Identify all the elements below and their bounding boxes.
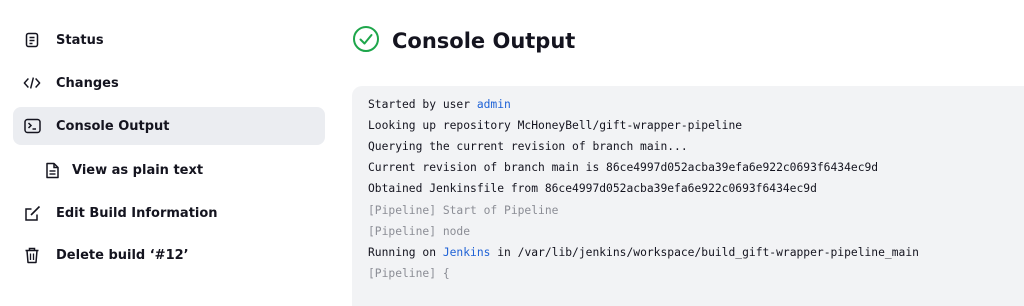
- console-text: Started by user: [368, 98, 477, 111]
- main-content: Console Output Started by user admin Loo…: [352, 0, 1024, 306]
- sidebar-item-label: Console Output: [56, 118, 170, 134]
- sidebar-item-label: Delete build ‘#12’: [56, 247, 189, 263]
- page-title: Console Output: [392, 29, 576, 53]
- console-line: Querying the current revision of branch …: [368, 140, 688, 153]
- console-line: Obtained Jenkinsfile from 86ce4997d052ac…: [368, 182, 817, 195]
- user-link[interactable]: admin: [477, 98, 511, 111]
- console-line-pipeline: [Pipeline] Start of Pipeline: [368, 204, 559, 217]
- console-line-pipeline: [Pipeline] {: [368, 267, 450, 280]
- document-icon: [43, 161, 61, 179]
- console-line-pipeline: [Pipeline] node: [368, 225, 471, 238]
- sidebar-item-view-plain-text[interactable]: View as plain text: [13, 151, 325, 189]
- sidebar-item-label: Changes: [56, 75, 119, 91]
- node-link[interactable]: Jenkins: [443, 246, 491, 259]
- console-line: Looking up repository McHoneyBell/gift-w…: [368, 119, 743, 132]
- sidebar-item-changes[interactable]: Changes: [13, 64, 325, 102]
- console-text: in /var/lib/jenkins/workspace/build_gift…: [490, 246, 919, 259]
- sidebar-item-label: Edit Build Information: [56, 205, 218, 221]
- status-icon: [23, 31, 41, 49]
- console-line: Running on Jenkins in /var/lib/jenkins/w…: [368, 244, 919, 262]
- sidebar-item-label: Status: [56, 32, 104, 48]
- edit-icon: [23, 204, 41, 222]
- sidebar: Status Changes Console Output View as pl…: [0, 0, 340, 277]
- sidebar-item-delete-build[interactable]: Delete build ‘#12’: [13, 236, 325, 274]
- code-icon: [23, 74, 41, 92]
- console-line: Started by user admin: [368, 96, 511, 114]
- console-text: Running on: [368, 246, 443, 259]
- sidebar-item-edit-build-info[interactable]: Edit Build Information: [13, 194, 325, 232]
- page-header: Console Output: [352, 24, 575, 58]
- console-output-panel: Started by user admin Looking up reposit…: [352, 86, 1024, 306]
- terminal-icon: [23, 117, 41, 135]
- success-check-icon: [352, 25, 380, 57]
- trash-icon: [23, 246, 41, 264]
- sidebar-item-console-output[interactable]: Console Output: [13, 107, 325, 145]
- console-line: Current revision of branch main is 86ce4…: [368, 161, 879, 174]
- sidebar-item-label: View as plain text: [72, 162, 204, 178]
- sidebar-item-status[interactable]: Status: [13, 21, 325, 59]
